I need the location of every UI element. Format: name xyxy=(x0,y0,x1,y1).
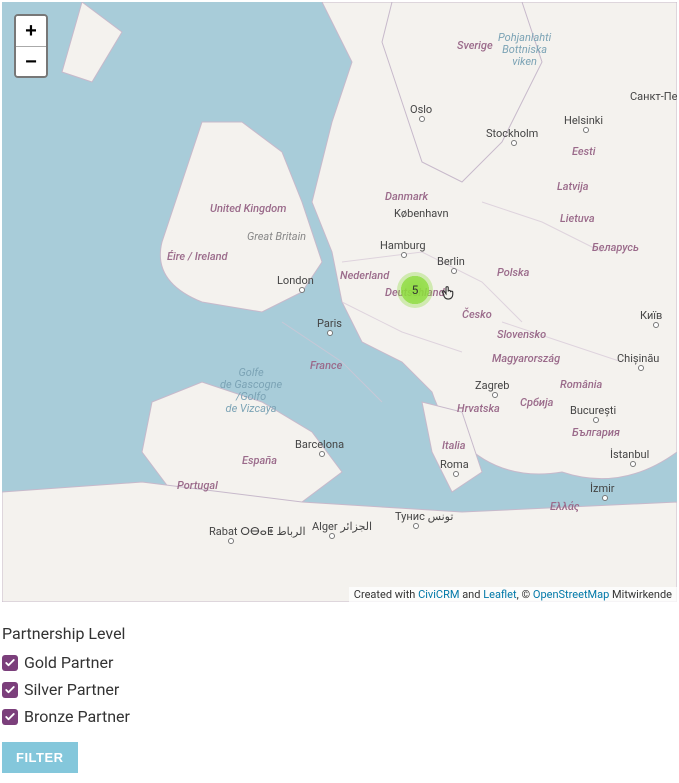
attr-civicrm-link[interactable]: CiviCRM xyxy=(418,588,459,601)
cluster-marker[interactable]: 5 xyxy=(397,272,433,308)
map-container[interactable]: + − United Kingdom Great Britain Éire / … xyxy=(2,2,677,602)
attr-osm-link[interactable]: OpenStreetMap xyxy=(533,588,609,601)
check-icon xyxy=(4,711,16,723)
filter-label-bronze: Bronze Partner xyxy=(24,707,130,726)
filter-button[interactable]: FILTER xyxy=(2,742,78,773)
attr-suffix: Mitwirkende xyxy=(609,588,672,601)
check-icon xyxy=(4,657,16,669)
checkbox-gold[interactable] xyxy=(2,655,18,671)
filter-option-gold: Gold Partner xyxy=(2,653,677,672)
cluster-count: 5 xyxy=(412,283,419,297)
attr-comma: , © xyxy=(517,588,533,601)
filter-label-silver: Silver Partner xyxy=(24,680,119,699)
zoom-in-button[interactable]: + xyxy=(16,16,46,46)
filter-label-gold: Gold Partner xyxy=(24,653,113,672)
check-icon xyxy=(4,684,16,696)
filter-option-bronze: Bronze Partner xyxy=(2,707,677,726)
attr-leaflet-link[interactable]: Leaflet xyxy=(483,588,516,601)
filter-option-silver: Silver Partner xyxy=(2,680,677,699)
checkbox-bronze[interactable] xyxy=(2,709,18,725)
zoom-out-button[interactable]: − xyxy=(16,46,46,76)
filter-panel: Partnership Level Gold Partner Silver Pa… xyxy=(0,604,679,783)
attr-prefix: Created with xyxy=(354,588,418,601)
attr-and: and xyxy=(459,588,483,601)
map-attribution: Created with CiviCRM and Leaflet, © Open… xyxy=(349,587,677,602)
checkbox-silver[interactable] xyxy=(2,682,18,698)
filter-title: Partnership Level xyxy=(2,624,677,643)
zoom-controls: + − xyxy=(14,14,48,78)
map-background xyxy=(2,2,677,602)
